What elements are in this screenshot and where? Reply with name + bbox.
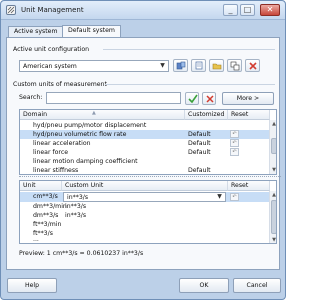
unit-system-value: American system	[23, 63, 77, 70]
unit-system-icon	[176, 61, 186, 70]
ok-button[interactable]: OK	[179, 278, 229, 293]
column-header-label: Customized	[188, 111, 225, 118]
column-header-domain[interactable]: Domain ▲	[20, 110, 185, 120]
window-title: Unit Management	[21, 6, 84, 14]
scroll-up-icon[interactable]: ▲	[270, 191, 276, 199]
domain-name: linear stiffness	[33, 167, 79, 174]
group-divider	[103, 49, 275, 50]
domain-name: linear force	[33, 149, 69, 156]
vertical-scrollbar[interactable]: ▲ ▼	[269, 120, 276, 174]
column-header-reset[interactable]: Reset	[228, 110, 270, 120]
domain-table: Domain ▲ Customized Reset hyd/pneu pump/…	[19, 109, 277, 175]
tab-label: Default system	[68, 27, 115, 34]
delete-icon	[249, 62, 257, 70]
reset-button[interactable]: ↶	[230, 139, 239, 147]
vertical-scrollbar[interactable]: ▲ ▼	[269, 191, 276, 243]
custom-units-label: Custom units of measurement	[13, 81, 107, 88]
conversion-preview: Preview: 1 cm**3/s = 0.0610237 in**3/s	[19, 250, 144, 257]
customized-value: Default	[188, 149, 211, 156]
unit-row[interactable]: ft**3/s	[20, 229, 270, 238]
unit-row[interactable]: dm**3/min in**3/s	[20, 202, 270, 211]
open-folder-button[interactable]	[209, 59, 224, 72]
unit-row[interactable]: ft**3/min	[20, 220, 270, 229]
unit-management-window: Unit Management _ □ ✕ Active system Defa…	[0, 0, 286, 300]
domain-name: hyd/pneu volumetric flow rate	[33, 131, 127, 138]
domain-row[interactable]: linear stiffness Default	[20, 166, 270, 174]
column-header-label: Reset	[231, 111, 249, 118]
help-button[interactable]: Help	[7, 278, 57, 293]
scroll-thumb[interactable]	[271, 200, 276, 234]
scroll-up-icon[interactable]: ▲	[270, 120, 276, 128]
custom-unit-value: in**3/s	[67, 194, 89, 201]
custom-unit-select[interactable]: in**3/s ▼	[63, 192, 226, 202]
column-header-unit[interactable]: Unit	[20, 181, 62, 191]
unit-name: ...	[33, 236, 39, 243]
group-divider	[105, 84, 275, 85]
open-folder-icon	[212, 63, 222, 70]
sort-ascending-icon: ▲	[92, 110, 96, 116]
scroll-thumb[interactable]	[271, 138, 276, 154]
close-button[interactable]: ✕	[260, 4, 280, 16]
customized-value: Default	[188, 131, 211, 138]
duplicate-icon	[230, 61, 240, 71]
chevron-down-icon: ▼	[217, 193, 222, 200]
tab-active-system[interactable]: Active system	[8, 26, 64, 37]
pane-splitter[interactable]	[19, 176, 281, 179]
active-unit-configuration-label: Active unit configuration	[13, 46, 90, 53]
chevron-down-icon: ▼	[160, 62, 165, 69]
unit-row-selected[interactable]: cm**3/s in**3/s ▼ ↶	[20, 192, 270, 202]
unit-table: Unit Custom Unit Reset cm**3/s in**3/s ▼…	[19, 180, 277, 244]
clear-icon	[206, 95, 214, 103]
scroll-down-icon[interactable]: ▼	[270, 166, 276, 174]
reset-button[interactable]: ↶	[230, 148, 239, 156]
duplicate-button[interactable]	[227, 59, 242, 72]
column-header-custom-unit[interactable]: Custom Unit	[62, 181, 228, 191]
unit-name: dm**3/s	[33, 212, 59, 219]
copy-button[interactable]	[191, 59, 206, 72]
maximize-button[interactable]: □	[240, 4, 255, 16]
cancel-button[interactable]: Cancel	[233, 278, 281, 293]
unit-name: ft**3/min	[33, 221, 62, 228]
column-header-reset[interactable]: Reset	[228, 181, 270, 191]
scroll-down-icon[interactable]: ▼	[270, 236, 276, 243]
reset-button[interactable]: ↶	[230, 130, 239, 138]
unit-system-select[interactable]: American system ▼	[19, 60, 169, 72]
reset-button[interactable]: ↶	[230, 193, 239, 201]
customized-value: Default	[188, 167, 211, 174]
customized-value: Default	[188, 140, 211, 147]
domain-row[interactable]: linear acceleration Default ↶	[20, 139, 270, 148]
minimize-button[interactable]: _	[223, 4, 238, 16]
unit-name: cm**3/s	[33, 193, 58, 200]
tab-label: Active system	[14, 28, 58, 35]
custom-unit-value: in**3/s	[65, 203, 87, 210]
unit-name: dm**3/min	[33, 203, 67, 210]
checkmark-icon	[188, 94, 198, 104]
domain-row[interactable]: hyd/pneu pump/motor displacement	[20, 121, 270, 130]
domain-name: linear motion damping coefficient	[33, 158, 138, 165]
domain-row[interactable]: linear force Default ↶	[20, 148, 270, 157]
unit-system-button[interactable]	[173, 59, 188, 72]
unit-management-icon	[6, 5, 16, 15]
search-label: Search:	[19, 94, 43, 101]
column-header-customized[interactable]: Customized	[185, 110, 228, 120]
unit-row[interactable]: dm**3/s in**3/s	[20, 211, 270, 220]
title-bar[interactable]: Unit Management _ □ ✕	[1, 1, 285, 20]
custom-unit-value: in**3/s	[65, 212, 87, 219]
domain-name: linear acceleration	[33, 140, 91, 147]
clear-search-button[interactable]	[202, 92, 216, 105]
apply-search-button[interactable]	[185, 92, 199, 105]
delete-configuration-button[interactable]	[245, 59, 260, 72]
tab-panel: Active unit configuration American syste…	[6, 37, 281, 270]
copy-icon	[195, 61, 203, 70]
domain-row-selected[interactable]: hyd/pneu volumetric flow rate Default ↶	[20, 130, 270, 139]
column-header-label: Domain	[23, 111, 48, 118]
more-button[interactable]: More >	[222, 92, 274, 105]
column-header-label: Unit	[23, 182, 36, 189]
search-input[interactable]	[46, 92, 181, 104]
unit-row[interactable]: ...	[20, 236, 270, 243]
column-header-label: Reset	[231, 182, 249, 189]
domain-row[interactable]: linear motion damping coefficient	[20, 157, 270, 166]
column-header-label: Custom Unit	[65, 182, 104, 189]
domain-name: hyd/pneu pump/motor displacement	[33, 122, 147, 129]
